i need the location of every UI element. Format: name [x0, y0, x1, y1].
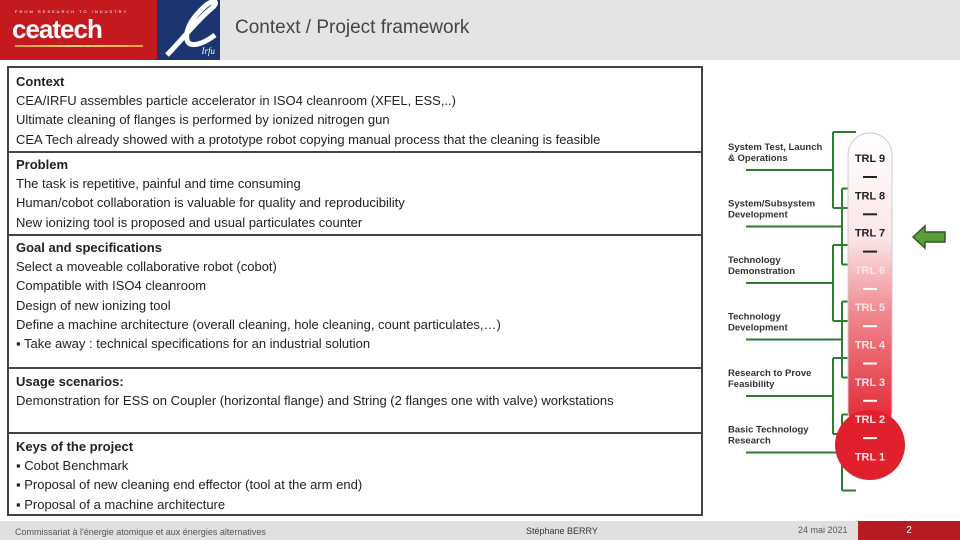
trl-level-label: TRL 6 [855, 265, 885, 277]
section-context: Context CEA/IRFU assembles particle acce… [9, 72, 701, 149]
section-heading: Goal and specifications [16, 240, 162, 255]
section-usage: Usage scenarios: Demonstration for ESS o… [9, 367, 701, 410]
trl-level-label: TRL 7 [855, 228, 885, 240]
footer-organization: Commissariat à l'énergie atomique et aux… [15, 527, 266, 537]
irfu-logo: Irfu [157, 0, 220, 60]
trl-thermometer-diagram: TRL 9 TRL 8 TRL 7 TRL 6 TRL 5 TRL 4 TRL 3 TRL 2… [720, 130, 960, 500]
trl-category-label: Research to Prove Feasibility [728, 368, 811, 390]
section-line: ▪ Proposal of a machine architecture [16, 496, 226, 512]
footer-author: Stéphane BERRY [526, 526, 598, 536]
section-problem: Problem The task is repetitive, painful … [9, 151, 701, 232]
section-heading: Usage scenarios: [16, 374, 124, 389]
trl-level-label: TRL 5 [855, 302, 885, 314]
trl-category-label: System Test, Launch & Operations [728, 142, 823, 164]
section-line: ▪ Cobot Benchmark [16, 458, 129, 474]
section-line: Define a machine architecture (overall c… [16, 316, 501, 332]
slide-footer: Commissariat à l'énergie atomique et aux… [0, 521, 960, 540]
trl-category-label: Technology Development [728, 312, 788, 334]
section-line: ▪ Proposal of new cleaning end effector … [16, 477, 363, 493]
trl-category-label: Basic Technology Research [728, 425, 809, 447]
trl-level-label: TRL 3 [855, 377, 885, 389]
slide-header: FROM RESEARCH TO INDUSTRY ceatech Irfu C… [0, 0, 960, 60]
trl-category-label: Technology Demonstration [728, 255, 795, 277]
trl-level-label: TRL 2 [855, 414, 885, 426]
section-heading: Problem [16, 157, 69, 172]
section-line: CEA Tech already showed with a prototype… [16, 131, 601, 147]
section-line: Design of new ionizing tool [16, 297, 171, 313]
section-line: ▪ Take away : technical specifications f… [16, 336, 371, 352]
section-line: New ionizing tool is proposed and usual … [16, 214, 363, 230]
footer-date: 24 mai 2021 [798, 525, 848, 535]
trl-svg: TRL 9 TRL 8 TRL 7 TRL 6 TRL 5 TRL 4 TRL 3 TRL 2… [728, 131, 946, 492]
section-line: Ultimate cleaning of flanges is performe… [16, 112, 390, 128]
section-line: Demonstration for ESS on Coupler (horizo… [16, 393, 614, 409]
section-heading: Context [16, 74, 65, 89]
section-line: Human/cobot collaboration is valuable fo… [16, 195, 405, 211]
page-number: 2 [858, 521, 960, 540]
section-line: CEA/IRFU assembles particle accelerator … [16, 93, 456, 109]
logo-brand: ceatech [12, 14, 103, 44]
trl-category-label: System/Subsystem Development [728, 199, 815, 221]
section-keys: Keys of the project ▪ Cobot Benchmark ▪ … [9, 432, 701, 514]
slide-title: Context / Project framework [235, 17, 470, 38]
logo-underline [15, 45, 143, 47]
section-goal: Goal and specifications Select a moveabl… [9, 234, 701, 353]
trl-level-label: TRL 1 [855, 451, 885, 463]
current-level-arrow-icon [911, 224, 946, 250]
trl-level-label: TRL 8 [855, 190, 885, 202]
section-line: Compatible with ISO4 cleanroom [16, 278, 207, 294]
section-heading: Keys of the project [16, 439, 134, 454]
cea-tech-logo: FROM RESEARCH TO INDUSTRY ceatech [0, 0, 157, 60]
irfu-text: Irfu [201, 46, 216, 56]
content-box: Context CEA/IRFU assembles particle acce… [7, 66, 703, 516]
trl-level-label: TRL 4 [855, 340, 886, 352]
trl-level-label: TRL 9 [855, 153, 885, 165]
section-line: Select a moveable collaborative robot (c… [16, 259, 277, 275]
section-line: The task is repetitive, painful and time… [16, 176, 301, 192]
